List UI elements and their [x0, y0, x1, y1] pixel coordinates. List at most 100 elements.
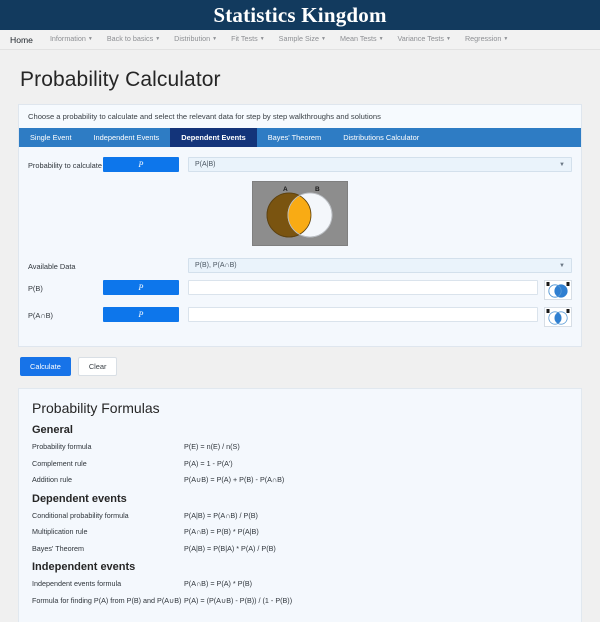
formula-row: Formula for finding P(A) from P(B) and P…: [32, 596, 568, 606]
input-row-pab-p-button[interactable]: P: [103, 307, 179, 322]
formulas-section-general-heading: General: [32, 424, 73, 436]
nav-item-mean-tests[interactable]: Mean Tests ▼: [333, 29, 391, 50]
formula-name: Conditional probability formula: [32, 510, 129, 520]
page-title: Probability Calculator: [20, 68, 221, 91]
probability-to-calculate-label: Probability to calculate: [28, 161, 102, 170]
chevron-down-icon: ▼: [559, 161, 565, 168]
nav-item-fit-tests[interactable]: Fit Tests ▼: [224, 29, 272, 50]
available-data-label: Available Data: [28, 262, 76, 271]
p-symbol-icon: P: [138, 282, 144, 292]
venn-b-filled-icon[interactable]: [544, 280, 572, 300]
calculator-card: Choose a probability to calculate and se…: [18, 104, 582, 347]
nav-item-variance-tests[interactable]: Variance Tests ▼: [391, 29, 458, 50]
formulas-title: Probability Formulas: [32, 400, 160, 416]
chevron-down-icon: ▼: [378, 36, 384, 42]
venn-diagram: A B: [252, 181, 348, 246]
chevron-down-icon: ▼: [87, 36, 93, 42]
nav-item-regression[interactable]: Regression ▼: [458, 29, 515, 50]
tab-single-event[interactable]: Single Event: [19, 128, 83, 147]
nav-item-variance-tests-label: Variance Tests: [397, 34, 445, 43]
tab-bayes-theorem-label: Bayes' Theorem: [267, 133, 322, 142]
p-symbol-icon: P: [138, 309, 144, 319]
formula-expression: P(A|B) = P(A∩B) / P(B): [184, 510, 258, 520]
probability-to-calculate-select-value: P(A|B): [195, 161, 216, 168]
formulas-section-dependent-heading: Dependent events: [32, 492, 127, 505]
venn-intersection-filled-svg: [545, 308, 571, 326]
formula-expression: P(E) = n(E) / n(S): [184, 442, 240, 451]
tab-independent-events[interactable]: Independent Events: [83, 128, 171, 147]
nav-item-distribution-label: Distribution: [174, 34, 211, 43]
formula-name: Complement rule: [32, 458, 87, 468]
nav-item-back-to-basics[interactable]: Back to basics ▼: [100, 29, 167, 50]
nav-item-mean-tests-label: Mean Tests: [339, 34, 377, 43]
formula-row: Bayes' Theorem P(A|B) = P(B|A) * P(A) / …: [32, 544, 568, 554]
formula-expression: P(A) = (P(A∪B) - P(B)) / (1 - P(B)): [184, 595, 293, 605]
formula-name: Independent events formula: [32, 579, 122, 588]
nav-item-home[interactable]: Home: [6, 30, 43, 50]
formula-row: Addition rule P(A∪B) = P(A) + P(B) - P(A…: [32, 475, 568, 485]
tab-dependent-events[interactable]: Dependent Events: [170, 128, 257, 147]
venn-intersection-filled-icon[interactable]: [544, 307, 572, 327]
formula-name: Probability formula: [32, 442, 92, 451]
input-row-pab-label: P(A∩B): [28, 311, 54, 320]
formula-expression: P(A|B) = P(B|A) * P(A) / P(B): [184, 543, 276, 553]
venn-diagram-svg: A B: [253, 182, 347, 245]
input-row-pb-label: P(B): [28, 284, 43, 293]
tab-dependent-events-label: Dependent Events: [181, 133, 246, 142]
formula-row: Complement rule P(A) = 1 - P(A'): [32, 459, 568, 469]
formula-row: Probability formula P(E) = n(E) / n(S): [32, 442, 568, 452]
formula-expression: P(A∩B) = P(B) * P(A|B): [184, 527, 259, 536]
input-row-pb-p-button[interactable]: P: [103, 280, 179, 295]
formula-expression: P(A∩B) = P(A) * P(B): [184, 579, 253, 588]
probability-to-calculate-row: Probability to calculate P P(A|B) ▼: [28, 157, 572, 172]
chevron-down-icon: ▼: [446, 36, 451, 42]
formula-name: Multiplication rule: [32, 527, 88, 536]
available-data-select-value: P(B), P(A∩B): [195, 262, 237, 269]
formula-name: Bayes' Theorem: [32, 543, 84, 553]
formulas-section-independent-heading: Independent events: [32, 561, 136, 573]
tab-bayes-theorem[interactable]: Bayes' Theorem: [257, 128, 332, 147]
tab-independent-events-label: Independent Events: [93, 133, 160, 142]
nav-item-regression-label: Regression: [464, 34, 502, 43]
available-data-select[interactable]: P(B), P(A∩B) ▼: [188, 258, 572, 273]
nav-item-back-to-basics-label: Back to basics: [106, 34, 154, 43]
pab-input[interactable]: [188, 307, 538, 322]
nav-item-sample-size-label: Sample Size: [278, 34, 320, 43]
page-body: Probability Calculator Choose a probabil…: [0, 50, 600, 622]
tab-distributions-calculator-label: Distributions Calculator: [343, 133, 420, 142]
tab-single-event-label: Single Event: [30, 133, 72, 142]
available-data-row: Available Data P(B), P(A∩B) ▼: [28, 258, 572, 273]
chevron-down-icon: ▼: [559, 262, 565, 269]
venn-label-b: B: [315, 186, 320, 193]
calculator-tabs: Single Event Independent Events Dependen…: [19, 128, 581, 147]
clear-button[interactable]: Clear: [77, 357, 118, 376]
nav-item-information-label: Information: [49, 34, 86, 43]
nav-item-information[interactable]: Information ▼: [43, 29, 100, 50]
pb-input[interactable]: [188, 280, 538, 295]
venn-diagram-container: A B: [28, 181, 572, 246]
chevron-down-icon: ▼: [503, 36, 509, 42]
formula-name: Addition rule: [32, 475, 72, 484]
venn-b-filled-svg: [545, 281, 571, 299]
chevron-down-icon: ▼: [212, 36, 218, 42]
formula-row: Conditional probability formula P(A|B) =…: [32, 511, 568, 521]
calculate-button[interactable]: Calculate: [20, 357, 71, 376]
chevron-down-icon: ▼: [259, 36, 265, 42]
main-navigation: Home Information ▼ Back to basics ▼ Distri…: [0, 30, 600, 50]
nav-item-distribution[interactable]: Distribution ▼: [167, 29, 224, 50]
probability-formulas-card: Probability Formulas General Probability…: [18, 388, 582, 622]
action-buttons: Calculate Clear: [20, 357, 582, 376]
formula-row: Independent events formula P(A∩B) = P(A)…: [32, 579, 568, 589]
chevron-down-icon: ▼: [155, 36, 161, 42]
input-row-pb: P(B) P: [28, 280, 572, 300]
calculator-intro-text: Choose a probability to calculate and se…: [19, 105, 581, 128]
nav-item-home-label: Home: [10, 34, 33, 45]
formula-name: Formula for finding P(A) from P(B) and P…: [32, 595, 182, 605]
site-masthead: Statistics Kingdom: [0, 0, 600, 30]
formula-expression: P(A∪B) = P(A) + P(B) - P(A∩B): [184, 475, 285, 484]
probability-to-calculate-p-button[interactable]: P: [103, 157, 179, 172]
tab-distributions-calculator[interactable]: Distributions Calculator: [332, 128, 430, 147]
p-symbol-icon: P: [138, 159, 144, 169]
probability-to-calculate-select[interactable]: P(A|B) ▼: [188, 157, 572, 172]
nav-item-sample-size[interactable]: Sample Size ▼: [272, 29, 333, 50]
